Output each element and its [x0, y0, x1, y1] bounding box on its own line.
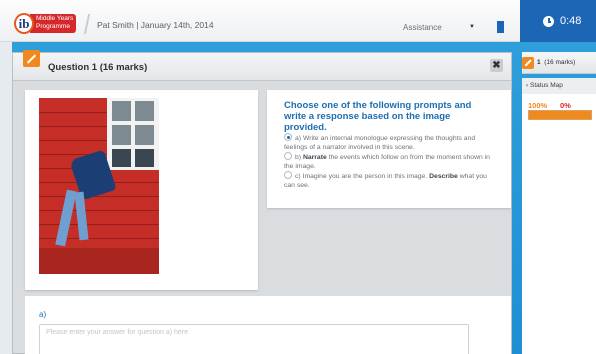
status-map-header[interactable]: ‹ Status Map	[522, 78, 596, 94]
prompt-photo	[39, 98, 159, 274]
ib-mvp-logo: Middle Years Programme ib	[14, 13, 76, 34]
close-button[interactable]: ✖	[490, 59, 503, 72]
radio-a[interactable]	[284, 133, 292, 141]
timer: 0:48	[520, 0, 596, 42]
question-window: Question 1 (16 marks) ✖ Choose one of th…	[12, 50, 512, 354]
prompt-card: Choose one of the following prompts and …	[267, 90, 511, 208]
image-card	[25, 90, 258, 290]
pencil-icon	[23, 50, 40, 67]
top-bar: Middle Years Programme ib Pat Smith | Ja…	[0, 0, 596, 42]
photo-window	[107, 98, 159, 170]
caret-down-icon: ▼	[469, 24, 475, 30]
status-map-label: Status Map	[529, 82, 563, 89]
progress-fill	[529, 111, 591, 119]
assistance-label: Assistance	[403, 23, 442, 32]
remaining-percent: 0%	[560, 101, 571, 110]
sidebar-question-tab[interactable]: 1 (16 marks)	[522, 52, 596, 74]
answer-input[interactable]	[39, 324, 469, 354]
status-map-panel: ‹ Status Map 100% 0%	[522, 78, 596, 354]
sidebar-question-label: 1 (16 marks)	[537, 59, 576, 66]
left-margin	[0, 42, 12, 354]
logo-text: Middle Years Programme	[30, 14, 76, 33]
assistance-dropdown[interactable]: Assistance ▼	[396, 19, 481, 37]
option-c[interactable]: c) Imagine you are the person in this im…	[284, 171, 499, 190]
divider	[83, 14, 91, 34]
ib-logo-mark: ib	[14, 13, 34, 34]
radio-b[interactable]	[284, 152, 292, 160]
pencil-icon	[522, 57, 534, 69]
logo-line-2: Programme	[36, 23, 70, 30]
answer-card: a)	[25, 296, 511, 354]
progress-bar	[528, 110, 592, 120]
logo-line-1: Middle Years	[36, 15, 74, 22]
timer-value: 0:48	[560, 15, 582, 27]
prompt-title: Choose one of the following prompts and …	[284, 100, 472, 133]
user-info: Pat Smith | January 14th, 2014	[97, 20, 214, 30]
question-header: Question 1 (16 marks) ✖	[13, 50, 511, 81]
progress-percent: 100%	[528, 101, 548, 110]
answer-label: a)	[39, 310, 47, 319]
clock-icon	[543, 16, 554, 27]
question-title: Question 1 (16 marks)	[48, 62, 148, 73]
option-b[interactable]: b) Narrate the events which follow on fr…	[284, 152, 499, 171]
radio-c[interactable]	[284, 171, 292, 179]
bookmark-icon[interactable]	[497, 21, 504, 36]
option-a[interactable]: a) Write an internal monologue expressin…	[284, 133, 499, 152]
